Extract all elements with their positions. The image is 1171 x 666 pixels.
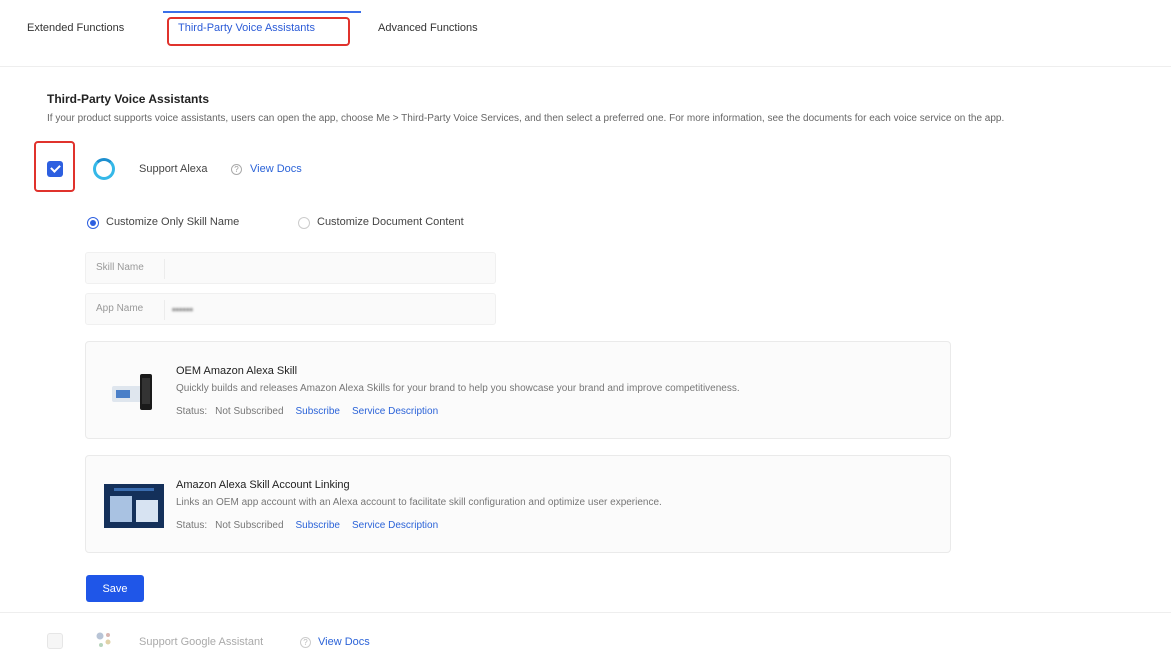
card-status-row: Status: Not Subscribed Subscribe Service De…: [176, 406, 438, 417]
section-title: Third-Party Voice Assistants: [47, 92, 210, 106]
section-divider: [0, 612, 1171, 613]
status-label: Status:: [176, 520, 208, 531]
highlight-box-tab: [167, 17, 350, 46]
radio-customize-skill-name-label: Customize Only Skill Name: [106, 216, 240, 228]
service-card-alexa-account-linking: Amazon Alexa Skill Account Linking Links…: [85, 455, 951, 553]
status-label: Status:: [176, 406, 208, 417]
status-value: Not Subscribed: [215, 406, 284, 417]
skill-name-label: Skill Name: [96, 262, 144, 273]
tab-advanced-functions[interactable]: Advanced Functions: [378, 22, 478, 34]
app-name-field: App Name: [85, 293, 496, 325]
app-name-label: App Name: [96, 303, 144, 314]
field-separator: [164, 300, 165, 320]
radio-customize-skill-name[interactable]: [87, 217, 99, 229]
card-description: Links an OEM app account with an Alexa a…: [176, 497, 662, 508]
field-separator: [164, 259, 165, 279]
service-card-oem-alexa-skill: OEM Amazon Alexa Skill Quickly builds an…: [85, 341, 951, 439]
service-description-link[interactable]: Service Description: [352, 406, 438, 417]
skill-name-input[interactable]: [172, 258, 487, 280]
app-name-input[interactable]: [172, 299, 487, 321]
radio-customize-document-content-label: Customize Document Content: [317, 216, 464, 228]
google-view-docs-link[interactable]: View Docs: [318, 636, 370, 648]
radio-customize-document-content[interactable]: [298, 217, 310, 229]
card-status-row: Status: Not Subscribed Subscribe Service De…: [176, 520, 438, 531]
card-title: Amazon Alexa Skill Account Linking: [176, 479, 350, 491]
subscribe-link[interactable]: Subscribe: [296, 406, 340, 417]
support-alexa-label: Support Alexa: [139, 163, 208, 175]
alexa-ring-icon: [93, 158, 115, 180]
tab-bar: Extended Functions Third-Party Voice Ass…: [0, 0, 1171, 68]
google-assistant-icon: [96, 632, 111, 647]
alexa-skill-illustration-icon: [112, 374, 152, 410]
section-description: If your product supports voice assistant…: [47, 113, 1005, 124]
tab-extended-functions[interactable]: Extended Functions: [27, 22, 124, 34]
support-alexa-checkbox[interactable]: [47, 161, 63, 177]
alexa-view-docs-link[interactable]: View Docs: [250, 163, 302, 175]
account-linking-illustration-icon: [104, 484, 164, 528]
skill-name-field: Skill Name: [85, 252, 496, 284]
card-title: OEM Amazon Alexa Skill: [176, 365, 298, 377]
support-google-assistant-checkbox[interactable]: [47, 633, 63, 649]
save-button[interactable]: Save: [86, 575, 144, 602]
service-description-link[interactable]: Service Description: [352, 520, 438, 531]
subscribe-link[interactable]: Subscribe: [296, 520, 340, 531]
support-google-assistant-label: Support Google Assistant: [139, 636, 264, 648]
status-value: Not Subscribed: [215, 520, 284, 531]
help-icon[interactable]: ?: [300, 637, 311, 648]
help-icon[interactable]: ?: [231, 164, 242, 175]
active-tab-indicator: [163, 11, 361, 13]
tabs-divider: [0, 66, 1171, 67]
card-description: Quickly builds and releases Amazon Alexa…: [176, 383, 740, 394]
